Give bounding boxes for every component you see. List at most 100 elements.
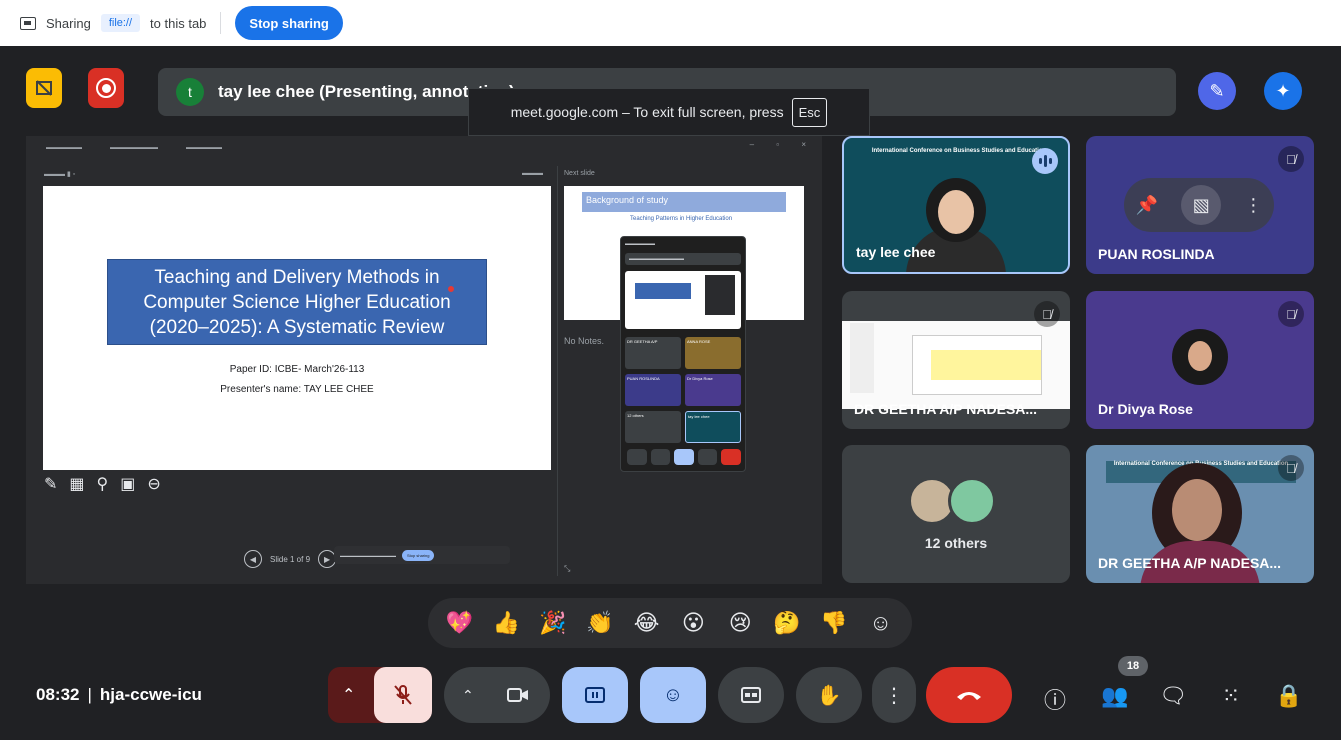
present-button[interactable] bbox=[562, 667, 628, 723]
more-options-icon[interactable]: ⋮ bbox=[1244, 195, 1262, 216]
reaction-thumbs-down[interactable]: 👎 bbox=[816, 610, 852, 636]
camera-toggle-button[interactable] bbox=[494, 671, 542, 719]
reaction-thinking[interactable]: 🤔 bbox=[769, 610, 805, 636]
meeting-time: 08:32 bbox=[36, 685, 80, 704]
participant-tile[interactable]: International Conference on Business Stu… bbox=[1086, 445, 1314, 583]
reaction-party[interactable]: 🎉 bbox=[535, 610, 571, 636]
sharing-label: Sharing bbox=[46, 15, 91, 31]
record-icon bbox=[96, 78, 116, 98]
slide-title: Teaching and Delivery Methods in Compute… bbox=[143, 266, 451, 338]
participant-tile[interactable]: 🎙̸ DR GEETHA A/P NADESA... bbox=[842, 291, 1070, 429]
host-controls-icon: 🔒 bbox=[1275, 683, 1303, 708]
more-circle-icon[interactable]: ⊖ bbox=[147, 474, 160, 494]
fullscreen-toast: meet.google.com – To exit full screen, p… bbox=[468, 88, 870, 136]
person-face bbox=[938, 190, 974, 234]
speaking-icon bbox=[1032, 148, 1058, 174]
people-button[interactable]: 👥 bbox=[1100, 683, 1130, 709]
meeting-code: hja-ccwe-icu bbox=[99, 685, 202, 704]
presenter-clock: ▬▬▬ bbox=[522, 170, 543, 177]
more-options-button[interactable]: ⋮ bbox=[872, 667, 916, 723]
gemini-button[interactable]: ✦ bbox=[1264, 72, 1302, 110]
participant-avatar bbox=[1172, 329, 1228, 385]
participant-tile[interactable]: International Conference on Business Stu… bbox=[842, 136, 1070, 274]
mini-meet-header: ▬▬▬▬▬▬ bbox=[625, 241, 655, 247]
muted-mic-icon: 🎙̸ bbox=[1034, 301, 1060, 327]
annotate-button[interactable]: ✎ bbox=[1198, 72, 1236, 110]
leave-call-button[interactable] bbox=[926, 667, 1012, 723]
chat-button[interactable]: 🗨 bbox=[1158, 683, 1188, 709]
shared-screen: ▬▬▬▬▬▬ ▬▬▬▬▬▬▬▬ ▬▬▬▬▬▬ – ▫ × ▬▬▬ ▮ ▫ ▬▬▬ N… bbox=[26, 136, 822, 584]
window-controls: – ▫ × bbox=[749, 140, 816, 149]
annotate-pen-icon: ✎ bbox=[1209, 80, 1225, 101]
raise-hand-icon: ✋ bbox=[816, 684, 842, 707]
participant-name: PUAN ROSLINDA bbox=[1098, 246, 1215, 262]
captions-icon bbox=[741, 687, 761, 703]
end-call-icon bbox=[957, 692, 981, 700]
host-controls-button[interactable]: 🔒 bbox=[1274, 683, 1304, 709]
fullscreen-message: meet.google.com – To exit full screen, p… bbox=[510, 104, 784, 120]
meeting-info: 08:32 | hja-ccwe-icu bbox=[36, 685, 202, 705]
prev-slide-icon[interactable]: ◀ bbox=[244, 550, 262, 568]
zoom-icon[interactable]: ⚲ bbox=[97, 474, 109, 494]
slides-grid-icon[interactable]: ▦ bbox=[69, 474, 84, 494]
screen-icon[interactable]: ▣ bbox=[120, 474, 135, 494]
others-tile[interactable]: 12 others bbox=[842, 445, 1070, 583]
muted-mic-icon bbox=[394, 685, 412, 705]
next-slide-label: Next slide bbox=[564, 170, 595, 177]
participant-name: DR GEETHA A/P NADESA... bbox=[854, 401, 1038, 417]
mini-tile: tay lee chee bbox=[685, 411, 741, 443]
presenter-avatar: t bbox=[176, 78, 204, 106]
reaction-sad[interactable]: 😢 bbox=[722, 610, 758, 636]
reactions-bar: 💖 👍 🎉 👏 😂 😮 😢 🤔 👎 ☺ bbox=[428, 598, 912, 648]
mini-share-bar: ▬▬▬▬▬▬▬▬▬▬▬▬▬▬ Stop sharing bbox=[334, 546, 510, 564]
captions-button[interactable] bbox=[718, 667, 784, 723]
reaction-clap[interactable]: 👏 bbox=[582, 610, 618, 636]
sharing-suffix: to this tab bbox=[150, 15, 207, 31]
mic-toggle-button[interactable] bbox=[374, 667, 432, 723]
meeting-details-button[interactable]: ⓘ bbox=[1040, 683, 1070, 715]
chat-icon: 🗨 bbox=[1159, 683, 1187, 708]
stop-sharing-button[interactable]: Stop sharing bbox=[235, 6, 343, 40]
record-button[interactable] bbox=[88, 68, 124, 108]
slide-counter: Slide 1 of 9 bbox=[270, 554, 311, 564]
tile-hover-controls: 📌 ▧ ⋮ bbox=[1124, 178, 1274, 232]
emoji-reactions-button[interactable]: ☺ bbox=[640, 667, 706, 723]
audio-options-icon[interactable]: ⌃ bbox=[342, 685, 355, 705]
reaction-laugh[interactable]: 😂 bbox=[629, 610, 665, 636]
mic-control-group: ⌃ bbox=[328, 667, 432, 723]
mini-tile: Dr Divya Rose bbox=[685, 374, 741, 406]
video-options-icon[interactable]: ⌃ bbox=[462, 687, 474, 704]
activities-button[interactable]: ⁙ bbox=[1216, 683, 1246, 709]
more-options-icon: ⋮ bbox=[884, 684, 904, 707]
mini-tile: PUAN ROSLINDA bbox=[625, 374, 681, 406]
participant-tile[interactable]: 🎙̸ Dr Divya Rose bbox=[1086, 291, 1314, 429]
participant-name: DR GEETHA A/P NADESA... bbox=[1098, 555, 1282, 571]
slide-paper-id: Paper ID: ICBE- March'26-113 bbox=[229, 364, 365, 375]
raise-hand-button[interactable]: ✋ bbox=[796, 667, 862, 723]
mini-meet-window: ▬▬▬▬▬▬ ▬▬▬▬▬▬▬▬▬▬▬ DR GEETHA A/P ANNA RO… bbox=[620, 236, 746, 472]
next-slide-title: Background of study bbox=[582, 192, 786, 212]
no-frame-icon[interactable]: ▧ bbox=[1181, 185, 1222, 225]
add-reaction-icon[interactable]: ☺ bbox=[863, 610, 899, 636]
participant-tile[interactable]: 🎙̸ 📌 ▧ ⋮ PUAN ROSLINDA bbox=[1086, 136, 1314, 274]
pin-icon[interactable]: 📌 bbox=[1136, 195, 1158, 216]
others-avatars bbox=[908, 477, 996, 525]
muted-mic-icon: 🎙̸ bbox=[1278, 146, 1304, 172]
person-face bbox=[1172, 479, 1222, 541]
reaction-thumbs-up[interactable]: 👍 bbox=[488, 610, 524, 636]
mini-tile: 12 others bbox=[625, 411, 681, 443]
no-annotate-icon bbox=[36, 80, 52, 96]
camera-icon bbox=[507, 688, 528, 702]
presenter-view-menubar: ▬▬▬▬▬▬ ▬▬▬▬▬▬▬▬ ▬▬▬▬▬▬ bbox=[46, 145, 222, 151]
no-annotate-button[interactable] bbox=[26, 68, 62, 108]
conference-banner: International Conference on Business Stu… bbox=[871, 148, 1047, 154]
reaction-heart[interactable]: 💖 bbox=[441, 610, 477, 636]
mini-meet-url: ▬▬▬▬▬▬▬▬▬▬▬ bbox=[625, 253, 741, 265]
pane-divider bbox=[557, 166, 558, 576]
reaction-surprised[interactable]: 😮 bbox=[675, 610, 711, 636]
expand-icon: ⤡ bbox=[564, 564, 571, 573]
mini-shared-screen bbox=[625, 271, 741, 329]
pen-icon[interactable]: ✎ bbox=[44, 474, 57, 494]
gemini-icon: ✦ bbox=[1275, 80, 1291, 101]
divider bbox=[220, 12, 222, 34]
